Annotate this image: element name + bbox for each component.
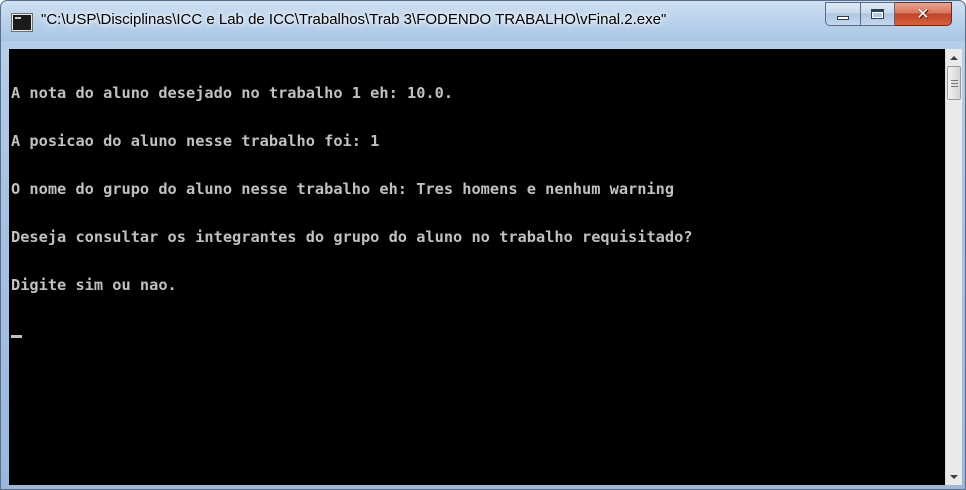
close-button[interactable]: ✕ <box>895 2 952 26</box>
close-icon: ✕ <box>916 4 930 23</box>
console-input-line[interactable] <box>11 325 693 341</box>
scrollbar-thumb[interactable] <box>947 66 961 100</box>
maximize-button[interactable] <box>861 2 895 26</box>
console-line: A nota do aluno desejado no trabalho 1 e… <box>11 84 454 102</box>
console-line: Deseja consultar os integrantes do grupo… <box>11 228 693 246</box>
text-cursor <box>11 335 22 338</box>
grip-icon <box>950 79 958 87</box>
scroll-down-arrow-icon <box>950 474 958 479</box>
minimize-button[interactable] <box>825 2 861 26</box>
console-line: Digite sim ou nao. <box>11 276 177 294</box>
title-bar[interactable]: "C:\USP\Disciplinas\ICC e Lab de ICC\Tra… <box>1 1 965 41</box>
window-title: "C:\USP\Disciplinas\ICC e Lab de ICC\Tra… <box>41 11 667 28</box>
console-app-icon[interactable] <box>12 14 32 31</box>
caption-buttons: ✕ <box>825 2 952 28</box>
vertical-scrollbar[interactable] <box>945 49 962 485</box>
console-output-area[interactable]: A nota do aluno desejado no trabalho 1 e… <box>9 49 945 485</box>
console-line: A posicao do aluno nesse trabalho foi: 1 <box>11 132 380 150</box>
console-line: O nome do grupo do aluno nesse trabalho … <box>11 180 675 198</box>
minimize-icon <box>837 16 849 20</box>
console-text: A nota do aluno desejado no trabalho 1 e… <box>11 53 693 373</box>
maximize-icon <box>871 9 884 19</box>
scroll-down-button[interactable] <box>946 468 962 485</box>
scroll-up-arrow-icon <box>950 55 958 60</box>
scroll-up-button[interactable] <box>946 49 962 66</box>
console-window: "C:\USP\Disciplinas\ICC e Lab de ICC\Tra… <box>0 0 966 490</box>
